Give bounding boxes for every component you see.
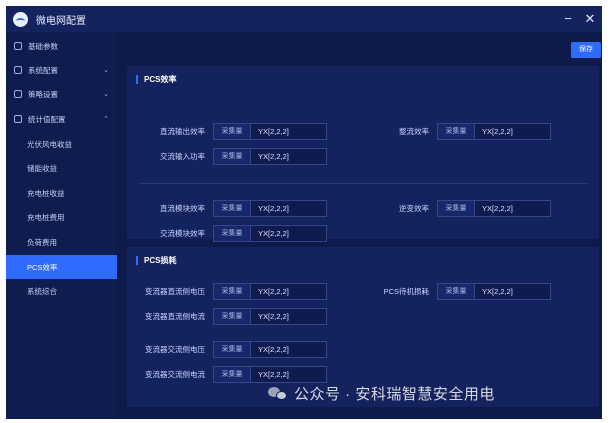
value-input[interactable]: YX[2,2,2] [475,283,551,300]
sidebar: 基础参数 系统配置 ⌄ 策略设置 ⌄ 统计值配置 ⌃ 光伏风电收益 储能收益 充… [6,32,117,419]
gear-icon [14,42,22,50]
minimize-button[interactable]: − [558,9,578,29]
value-input[interactable]: YX[2,2,2] [251,123,327,140]
field-label: 变流器直流侧电压 [145,287,205,296]
field-dc-module-efficiency: 直流模块效率 采集量 YX[2,2,2] [160,200,327,217]
value-input[interactable]: YX[2,2,2] [251,366,327,383]
chevron-down-icon: ⌄ [103,91,109,98]
field-dc-output-efficiency: 直流输出效率 采集量 YX[2,2,2] [160,123,327,140]
sidebar-subitem-system-overall[interactable]: 系统综合 [6,279,117,303]
chevron-down-icon: ⌄ [103,67,109,74]
field-rectifier-efficiency: 整流效率 采集量 YX[2,2,2] [399,123,551,140]
strategy-icon [14,90,22,98]
value-input[interactable]: YX[2,2,2] [475,200,551,217]
sidebar-item-stats-config[interactable]: 统计值配置 ⌃ [6,107,117,131]
field-pcs-standby-loss: PCS待机损耗 采集量 YX[2,2,2] [384,283,551,300]
value-input[interactable]: YX[2,2,2] [251,225,327,242]
value-input[interactable]: YX[2,2,2] [251,148,327,165]
field-label: 变流器交流侧电流 [145,370,205,379]
field-label: 直流模块效率 [160,204,205,213]
field-inverter-efficiency: 逆变效率 采集量 YX[2,2,2] [399,200,551,217]
save-button[interactable]: 保存 [571,42,601,58]
source-tag-button[interactable]: 采集量 [213,341,251,358]
value-input[interactable]: YX[2,2,2] [251,341,327,358]
source-tag-button[interactable]: 采集量 [437,200,475,217]
field-label: 直流输出效率 [160,127,205,136]
app-logo-icon [13,11,28,27]
field-label: 变流器直流侧电流 [145,312,205,321]
sidebar-item-label: 系统配置 [28,65,58,75]
sidebar-subitem-charger-cost[interactable]: 充电桩费用 [6,205,117,229]
stats-icon [14,115,22,123]
main-content: 保存 PCS效率 直流输出效率 采集量 YX[2,2,2] 整流效率 采集量 Y… [117,32,602,419]
sidebar-item-system-config[interactable]: 系统配置 ⌄ [6,58,117,82]
source-tag-button[interactable]: 采集量 [213,283,251,300]
sidebar-item-label: 统计值配置 [28,114,66,124]
field-label: PCS待机损耗 [383,287,429,296]
divider [139,183,587,184]
source-tag-button[interactable]: 采集量 [213,123,251,140]
source-tag-button[interactable]: 采集量 [213,366,251,383]
sidebar-item-label: 策略设置 [28,89,58,99]
source-tag-button[interactable]: 采集量 [213,225,251,242]
value-input[interactable]: YX[2,2,2] [475,123,551,140]
field-label: 交流模块效率 [160,229,205,238]
value-input[interactable]: YX[2,2,2] [251,308,327,325]
field-converter-ac-voltage: 变流器交流侧电压 采集量 YX[2,2,2] [145,341,327,358]
sidebar-subitem-storage-revenue[interactable]: 储能收益 [6,156,117,180]
watermark-text: 公众号 · 安科瑞智慧安全用电 [294,385,495,403]
source-tag-button[interactable]: 采集量 [213,308,251,325]
sidebar-item-strategy[interactable]: 策略设置 ⌄ [6,82,117,106]
network-icon [14,66,22,74]
field-ac-module-efficiency: 交流模块效率 采集量 YX[2,2,2] [160,225,327,242]
window-title: 微电网配置 [36,15,86,27]
sidebar-item-label: 基础参数 [28,41,58,51]
source-tag-button[interactable]: 采集量 [437,123,475,140]
close-button[interactable]: ✕ [580,9,600,29]
field-ac-input-power: 交流输入功率 采集量 YX[2,2,2] [160,148,327,165]
panel-title: PCS效率 [136,75,176,84]
field-converter-ac-current: 变流器交流侧电流 采集量 YX[2,2,2] [145,366,327,383]
value-input[interactable]: YX[2,2,2] [251,200,327,217]
source-tag-button[interactable]: 采集量 [213,148,251,165]
field-label: 逆变效率 [399,204,429,213]
panel-title: PCS损耗 [136,256,176,265]
field-label: 变流器交流侧电压 [145,345,205,354]
sidebar-subitem-load-cost[interactable]: 负荷费用 [6,230,117,254]
title-bar: 微电网配置 − ✕ [6,6,602,32]
field-label: 交流输入功率 [160,152,205,161]
sidebar-subitem-pv-wind-revenue[interactable]: 光伏风电收益 [6,132,117,156]
source-tag-button[interactable]: 采集量 [437,283,475,300]
chevron-up-icon: ⌃ [103,116,109,123]
sidebar-subitem-charger-revenue[interactable]: 充电桩收益 [6,181,117,205]
field-converter-dc-current: 变流器直流侧电流 采集量 YX[2,2,2] [145,308,327,325]
field-converter-dc-voltage: 变流器直流侧电压 采集量 YX[2,2,2] [145,283,327,300]
app-window: 微电网配置 − ✕ 基础参数 系统配置 ⌄ 策略设置 ⌄ 统计值配置 ⌃ 光伏风… [6,6,602,419]
sidebar-item-basic-params[interactable]: 基础参数 [6,34,117,58]
pcs-efficiency-panel: PCS效率 直流输出效率 采集量 YX[2,2,2] 整流效率 采集量 YX[2… [127,66,599,242]
watermark: 公众号 · 安科瑞智慧安全用电 [268,382,495,404]
value-input[interactable]: YX[2,2,2] [251,283,327,300]
field-label: 整流效率 [399,127,429,136]
wechat-icon [268,385,288,401]
source-tag-button[interactable]: 采集量 [213,200,251,217]
sidebar-subitem-pcs-efficiency[interactable]: PCS效率 [6,255,117,279]
